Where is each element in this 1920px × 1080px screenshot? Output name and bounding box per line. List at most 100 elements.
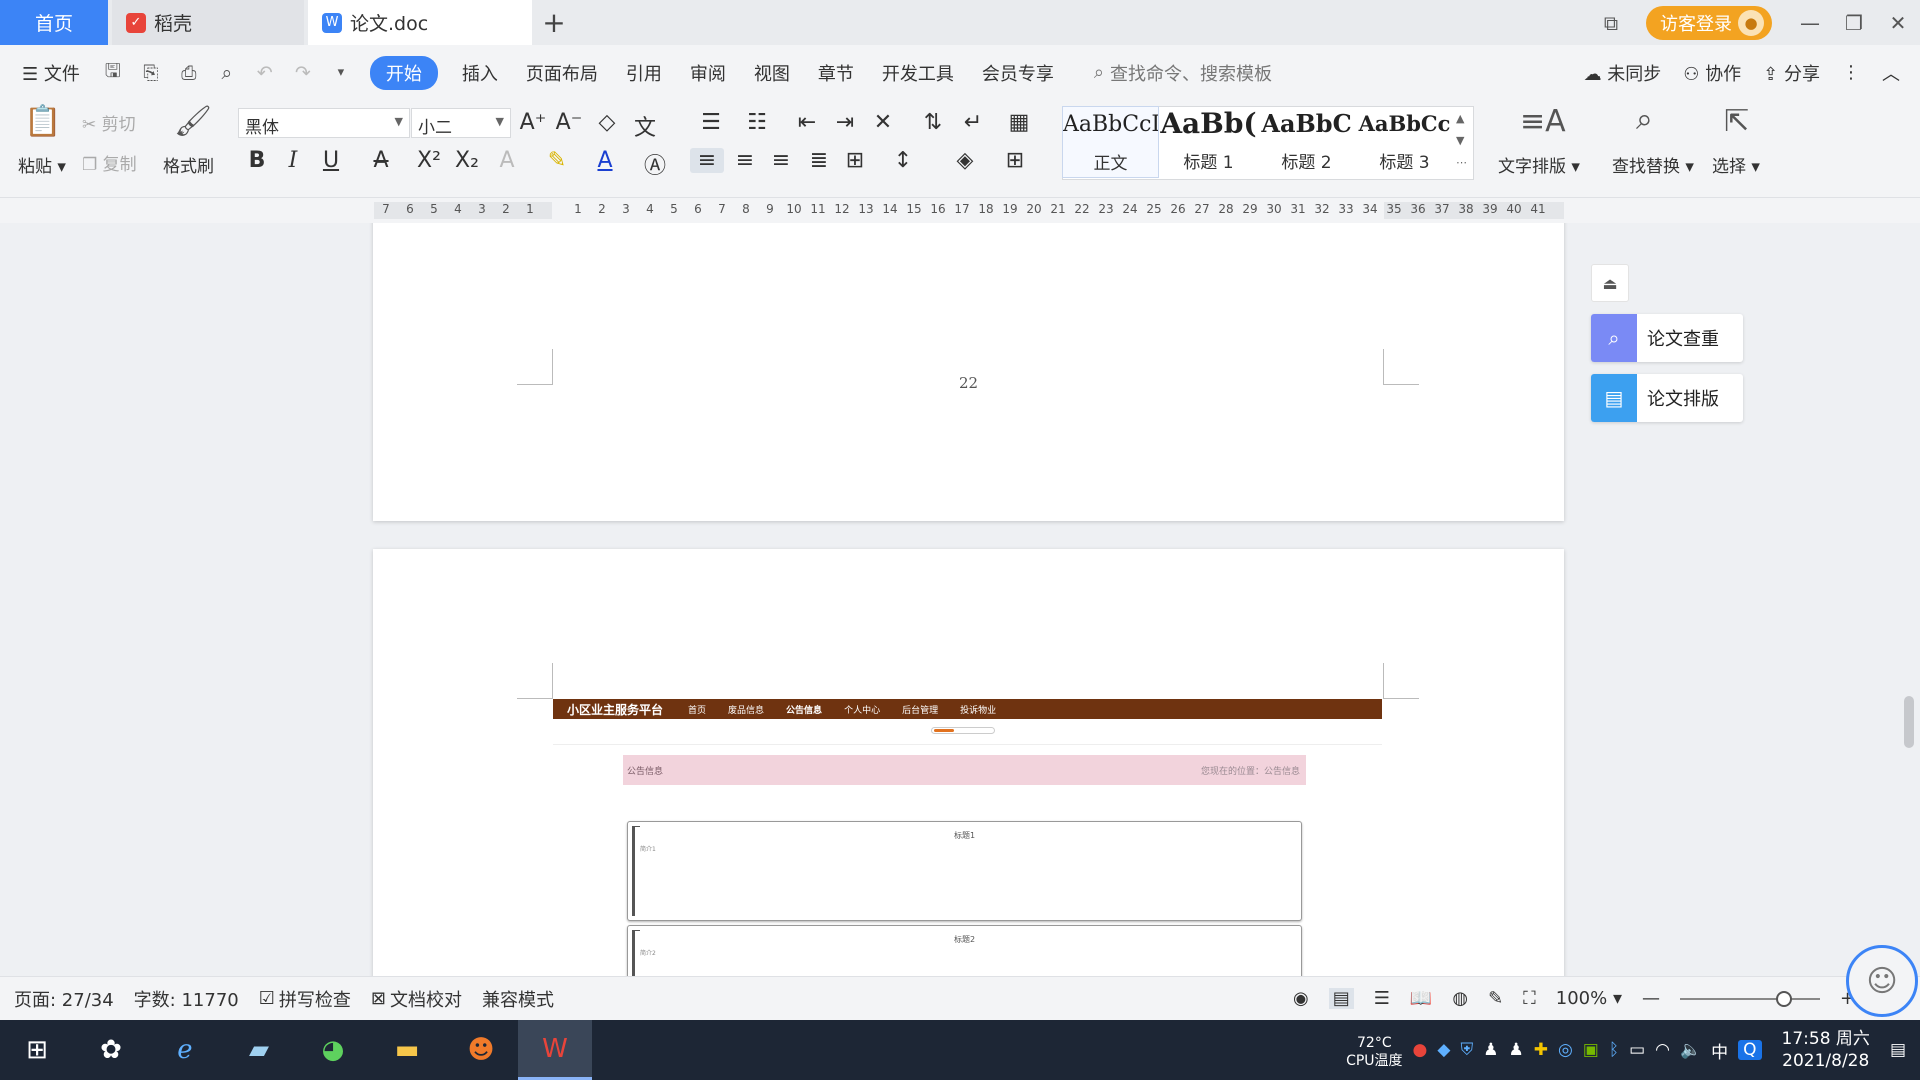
eye-protection-icon[interactable]: ◉: [1293, 988, 1309, 1009]
spell-check-button[interactable]: ☑ 拼写检查: [245, 986, 351, 1012]
subscript-icon[interactable]: X₂: [450, 148, 484, 173]
highlight-icon[interactable]: ✎: [540, 148, 574, 173]
font-color-icon[interactable]: A: [588, 148, 622, 173]
shading-icon[interactable]: ◈: [948, 148, 982, 173]
collapse-ribbon-icon[interactable]: ︿: [1882, 60, 1900, 86]
style-gallery-scroll[interactable]: ▲ ▼ ⋯: [1456, 108, 1467, 174]
menu-tab-insert[interactable]: 插入: [448, 60, 512, 86]
game-app-icon[interactable]: ☻: [444, 1020, 518, 1080]
font-name-select[interactable]: 黑体 ▼: [238, 108, 410, 138]
web-view-icon[interactable]: ◍: [1452, 988, 1468, 1009]
new-tab-button[interactable]: +: [532, 0, 576, 45]
style-heading-1[interactable]: AaBb( 标题 1: [1160, 106, 1257, 178]
tray-app-icon[interactable]: ◎: [1558, 1040, 1573, 1060]
minimize-icon[interactable]: —: [1788, 11, 1832, 35]
zoom-slider-knob[interactable]: [1776, 990, 1792, 1007]
select-button[interactable]: 选择 ▾: [1712, 152, 1760, 177]
bluetooth-icon[interactable]: ᛒ: [1609, 1040, 1619, 1060]
browser-360-icon[interactable]: ◕: [296, 1020, 370, 1080]
italic-icon[interactable]: I: [276, 148, 310, 173]
format-painter-button[interactable]: 格式刷: [163, 152, 214, 177]
tab-document[interactable]: W 论文.doc: [308, 0, 532, 45]
start-windows-icon[interactable]: ⊞: [0, 1020, 74, 1080]
page-22[interactable]: 22: [373, 223, 1564, 521]
chinese-layout-icon[interactable]: ✕: [866, 110, 900, 135]
qq-icon[interactable]: ♟: [1508, 1040, 1523, 1060]
print-preview-icon[interactable]: ⌕: [208, 62, 246, 84]
write-mode-icon[interactable]: ✎: [1488, 988, 1503, 1009]
phonetic-guide-icon[interactable]: 文: [628, 110, 662, 142]
cpu-temperature[interactable]: 72°C CPU温度: [1346, 1034, 1402, 1070]
tab-home[interactable]: 首页: [0, 0, 108, 45]
undo-icon[interactable]: ↶: [246, 62, 284, 84]
bullet-list-icon[interactable]: ☰: [694, 110, 728, 135]
table-tools-icon[interactable]: ▦: [1002, 110, 1036, 135]
assistant-robot-icon[interactable]: ☺: [1846, 945, 1918, 1017]
collapse-panel-icon[interactable]: ⏏: [1591, 264, 1629, 302]
justify-icon[interactable]: ≣: [802, 148, 836, 173]
more-icon[interactable]: ⋮: [1842, 62, 1860, 83]
restore-icon[interactable]: ❐: [1832, 11, 1876, 35]
wifi-icon[interactable]: ◠: [1655, 1040, 1670, 1060]
thesis-layout-button[interactable]: ▤ 论文排版: [1591, 374, 1743, 422]
share-button[interactable]: ⇪ 分享: [1763, 60, 1820, 86]
thesis-check-button[interactable]: ⌕ 论文查重: [1591, 314, 1743, 362]
decrease-indent-icon[interactable]: ⇤: [790, 110, 824, 135]
font-size-select[interactable]: 小二 ▼: [411, 108, 511, 138]
tab-docer[interactable]: ✓ 稻壳: [112, 0, 304, 45]
text-effect-icon[interactable]: A: [490, 148, 524, 173]
menu-tab-chapter[interactable]: 章节: [804, 60, 868, 86]
page-view-icon[interactable]: ▤: [1328, 988, 1354, 1009]
clear-format-icon[interactable]: ◇: [590, 110, 624, 135]
save-icon[interactable]: 🖫: [94, 57, 132, 89]
clock[interactable]: 17:58 周六 2021/8/28: [1782, 1028, 1870, 1072]
tray-app-icon[interactable]: Q: [1738, 1040, 1762, 1060]
collaborate-button[interactable]: ⚇ 协作: [1683, 60, 1741, 86]
character-border-icon[interactable]: Ⓐ: [638, 148, 672, 180]
menu-tab-view[interactable]: 视图: [740, 60, 804, 86]
document-canvas[interactable]: 22 小区业主服务平台 首页 废品信息 公告信息 个人中心 后台管理 投诉物业 …: [0, 223, 1900, 976]
align-left-icon[interactable]: ≡: [690, 148, 724, 173]
volume-icon[interactable]: 🔈: [1680, 1040, 1701, 1060]
notification-icon[interactable]: ▤: [1890, 1040, 1906, 1060]
battery-icon[interactable]: ▭: [1629, 1040, 1645, 1060]
outline-view-icon[interactable]: ☰: [1374, 988, 1390, 1009]
sync-status[interactable]: ☁ 未同步: [1584, 60, 1662, 86]
distributed-align-icon[interactable]: ⊞: [838, 148, 872, 173]
horizontal-ruler[interactable]: 7 6 5 4 3 2 1 1 2 3 4 5 6 7 8 9 10 11 12 13 14 15 16 17 18 19 20 21…: [0, 198, 1920, 223]
align-right-icon[interactable]: ≡: [764, 148, 798, 173]
zoom-slider[interactable]: [1680, 990, 1820, 1007]
align-center-icon[interactable]: ≡: [728, 148, 762, 173]
zoom-level[interactable]: 100% ▾: [1556, 988, 1622, 1009]
increase-indent-icon[interactable]: ⇥: [828, 110, 862, 135]
tray-app-icon[interactable]: ✚: [1534, 1040, 1548, 1060]
internet-explorer-icon[interactable]: ℯ: [148, 1020, 222, 1080]
copy-button[interactable]: ❐ 复制: [82, 150, 137, 175]
command-search[interactable]: ⌕ 查找命令、搜索模板: [1094, 60, 1272, 86]
window-layout-icon[interactable]: ⧉: [1586, 11, 1636, 35]
fit-page-icon[interactable]: ⛶: [1523, 988, 1536, 1009]
paste-icon[interactable]: 📋: [24, 104, 61, 139]
find-replace-button[interactable]: 查找替换 ▾: [1612, 152, 1694, 177]
underline-icon[interactable]: U: [314, 148, 348, 173]
sort-icon[interactable]: ⇅: [916, 110, 950, 135]
proofread-button[interactable]: ⊠ 文档校对: [357, 986, 462, 1012]
grow-font-icon[interactable]: A⁺: [516, 110, 550, 135]
menu-tab-member[interactable]: 会员专享: [968, 60, 1068, 86]
show-hide-marks-icon[interactable]: ↵: [956, 110, 990, 135]
embedded-website-screenshot[interactable]: 小区业主服务平台 首页 废品信息 公告信息 个人中心 后台管理 投诉物业 公告信…: [553, 699, 1382, 976]
wps-writer-icon[interactable]: W: [518, 1020, 592, 1080]
nvidia-icon[interactable]: ▣: [1583, 1040, 1599, 1060]
notepad-app-icon[interactable]: ▰: [222, 1020, 296, 1080]
visitor-login-button[interactable]: 访客登录 ●: [1646, 5, 1772, 40]
cut-button[interactable]: ✂ 剪切: [82, 110, 136, 135]
redo-icon[interactable]: ↷: [284, 62, 322, 84]
paste-button[interactable]: 粘贴 ▾: [18, 152, 66, 177]
menu-tab-references[interactable]: 引用: [612, 60, 676, 86]
qq-icon[interactable]: ♟: [1483, 1040, 1498, 1060]
shield-icon[interactable]: ⛨: [1460, 1040, 1473, 1060]
shrink-font-icon[interactable]: A⁻: [552, 110, 586, 135]
scrollbar-thumb[interactable]: [1904, 696, 1914, 748]
input-method-indicator[interactable]: 中: [1711, 1038, 1728, 1063]
text-layout-button[interactable]: 文字排版 ▾: [1498, 152, 1580, 177]
